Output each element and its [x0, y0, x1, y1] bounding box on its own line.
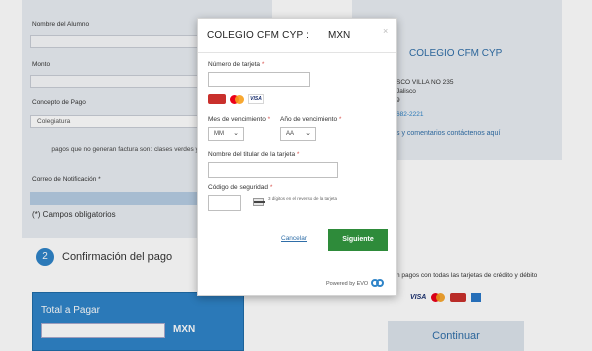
carnet-card-icon: [208, 94, 226, 104]
close-icon[interactable]: ×: [383, 26, 388, 36]
cvv-input[interactable]: [208, 195, 241, 211]
visa-card-icon: VISA: [248, 94, 264, 104]
cvv-hint: 3 dígitos en el reverso de la tarjeta: [268, 196, 338, 201]
cancel-button[interactable]: Cancelar: [281, 235, 307, 242]
powered-by-text: Powered by EVO: [326, 280, 369, 287]
cvv-label: Código de seguridad *: [208, 184, 273, 191]
modal-header: COLEGIO CFM CYP : MXN ×: [198, 19, 396, 53]
card-payment-modal: COLEGIO CFM CYP : MXN × Número de tarjet…: [197, 18, 397, 296]
modal-currency: MXN: [328, 30, 351, 41]
chevron-down-icon: ⌄: [233, 130, 239, 137]
card-holder-input[interactable]: [208, 162, 338, 178]
powered-by: Powered by EVO: [326, 279, 385, 288]
mastercard-icon: [230, 94, 244, 104]
card-holder-label: Nombre del titular de la tarjeta *: [208, 151, 300, 158]
modal-card-logos: VISA: [208, 94, 264, 104]
expiry-year-select[interactable]: AA ⌄: [280, 127, 316, 141]
evo-logo-icon: [371, 279, 385, 288]
year-value: AA: [286, 131, 295, 137]
modal-title: COLEGIO CFM CYP :: [207, 30, 310, 41]
expiry-year-label: Año de vencimiento *: [280, 116, 342, 123]
card-number-input[interactable]: [208, 72, 310, 87]
chevron-down-icon: ⌄: [305, 130, 311, 137]
expiry-month-select[interactable]: MM ⌄: [208, 127, 244, 141]
cvv-card-icon: [253, 198, 265, 206]
month-value: MM: [214, 131, 224, 137]
card-number-label: Número de tarjeta *: [208, 61, 265, 68]
next-button[interactable]: Siguiente: [328, 229, 388, 251]
payment-page: Nombre del Alumno Monto Concepto de Pago…: [0, 0, 592, 351]
expiry-month-label: Mes de vencimiento *: [208, 116, 271, 123]
